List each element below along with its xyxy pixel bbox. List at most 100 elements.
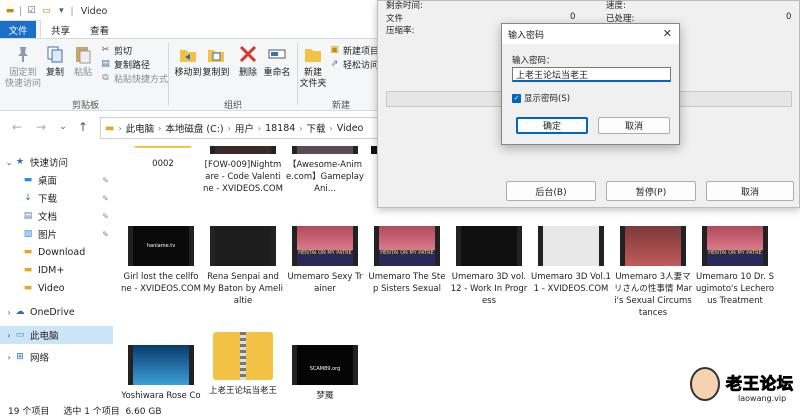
checkmark-icon: ✓ [512,93,521,103]
group-organize-label: 组织 [224,101,243,111]
star-icon: ★ [15,157,25,167]
pause-button[interactable]: 暂停(P) [606,181,696,201]
new-folder-button[interactable]: 新建 文件夹 [298,43,328,90]
new-folder-icon[interactable]: ▭ [40,5,52,17]
file-item[interactable]: Rena Senpai and My Baton by Amelialtie [203,226,283,307]
paste-button[interactable]: 粘贴 [70,43,96,79]
up-button[interactable]: ↑ [74,117,92,137]
nav-documents[interactable]: ▤ 文档 ✎ [0,207,113,225]
thumbnail-caption: HENTAI ON MY PATRE [298,250,352,256]
breadcrumb-users[interactable]: 用户 [235,121,254,135]
paste-shortcut-label: 粘贴快捷方式 [114,74,169,85]
tab-file[interactable]: 文件 [0,21,36,38]
address-bar[interactable]: ▬ › 此电脑 › 本地磁盘 (C:) › 用户 › 18184 › 下载 › … [100,117,380,139]
nav-onedrive[interactable]: › ☁ OneDrive [0,303,113,321]
copy-button[interactable]: 复制 [42,43,68,79]
recent-locations-button[interactable]: ⌄ [54,117,72,137]
file-item[interactable]: Umemaro 3D vol. 12 - Work In Progress [451,226,527,307]
dialog-title: 输入密码 [508,31,545,41]
group-new-label: 新建 [332,101,351,111]
explorer-window: ▬ | ☑ ▭ ▾ | Video 文件 主页 共享 查看 固定到 快速访问 复… [0,0,800,419]
easy-access-label: 轻松访问 [343,60,380,71]
password-input[interactable]: 上老王论坛当老王 [512,67,671,82]
new-item-icon: ▣ [330,45,339,55]
easy-access-button[interactable]: ⇗ 轻松访问 [329,58,380,71]
download-icon: ↓ [24,193,32,203]
rename-button[interactable]: 重命名 [262,43,292,79]
pin-quick-access-button[interactable]: 固定到 快速访问 [4,43,42,90]
file-item[interactable]: Umemaro 3D Vol.11 - XVIDEOS.COM [531,226,611,295]
file-item[interactable]: HENTAI ON MY PATRE Umemaro The Step Sist… [369,226,445,295]
nav-quick-access[interactable]: ⌄ ★ 快速访问 [0,153,113,171]
file-name: 梦魇 [316,391,334,401]
show-password-checkbox[interactable]: ✓ 显示密码(S) [512,92,570,104]
file-item[interactable]: 【Awesome-Anime.com】Gameplay Ani... [286,146,364,195]
tab-share[interactable]: 共享 [41,21,80,38]
cancel-button[interactable]: 取消 [598,117,670,134]
tab-view[interactable]: 查看 [80,21,119,38]
computer-icon: ▭ [15,330,25,340]
file-item[interactable]: [FOW-009]Nightmare - Code Valentine - XV… [203,146,283,195]
nav-network-label: 网络 [30,353,50,364]
video-thumbnail: SCAM89.org [292,345,358,385]
nav-network[interactable]: › ⊞ 网络 [0,348,113,366]
breadcrumb-drive-c[interactable]: 本地磁盘 (C:) [165,121,223,135]
cancel-progress-button[interactable]: 取消 [706,181,794,201]
breadcrumb-user[interactable]: 18184 [265,123,295,134]
show-password-label: 显示密码(S) [524,94,571,104]
paste-shortcut-button[interactable]: ⧉ 粘贴快捷方式 [100,72,169,85]
file-item[interactable]: SCAM89.org 梦魇 [289,345,361,401]
copy-to-button[interactable]: 复制到 [202,43,230,79]
file-item[interactable]: haniame.tv Girl lost the cellfone - XVID… [121,226,201,295]
nav-idm-label: IDM+ [38,264,65,276]
group-clipboard-label: 剪贴板 [72,101,100,111]
pin-icon: ✎ [102,211,109,221]
nav-this-pc[interactable]: › ▭ 此电脑 [0,326,113,344]
ok-button[interactable]: 确定 [516,117,588,134]
file-item[interactable]: HENTAI ON MY PATRE Umemaro 10 Dr. Sugimo… [696,226,774,307]
cut-button[interactable]: ✂ 剪切 [100,44,133,57]
delete-button[interactable]: 删除 [236,43,260,79]
thumbnail-caption: HENTAI ON MY PATRE [380,250,434,256]
file-item[interactable]: 0002 [127,146,199,170]
close-icon[interactable]: ✕ [663,27,672,40]
chevron-right-icon: › [227,123,231,133]
properties-icon[interactable]: ☑ [25,5,37,17]
nav-desktop[interactable]: ▬ 桌面 ✎ [0,171,113,189]
nav-idm[interactable]: ▬ IDM+ [0,261,113,279]
nav-downloads[interactable]: ↓ 下载 ✎ [0,189,113,207]
breadcrumb-downloads[interactable]: 下载 [307,121,326,135]
back-button[interactable]: ← [8,117,26,137]
file-item[interactable]: Yoshiwara Rose Collector [121,345,201,401]
nav-pictures[interactable]: ▧ 图片 ✎ [0,225,113,243]
quick-access-dropdown-icon[interactable]: ▾ [55,5,67,17]
copy-to-icon [205,43,227,65]
navigation-pane: ⌄ ★ 快速访问 ▬ 桌面 ✎ ↓ 下载 ✎ ▤ 文档 ✎ ▧ 图片 ✎ ▬ D… [0,146,113,401]
ribbon-divider [168,43,169,105]
video-thumbnail [620,226,686,266]
paste-shortcut-icon: ⧉ [102,73,109,83]
folder-icon: ▬ [5,6,15,16]
new-item-button[interactable]: ▣ 新建项目 [329,44,379,57]
nav-video[interactable]: ▬ Video [0,279,113,297]
forward-button[interactable]: → [32,117,50,137]
breadcrumb-video[interactable]: Video [337,123,364,134]
copy-path-icon: ▤ [101,59,110,69]
nav-download-folder[interactable]: ▬ Download [0,243,113,261]
background-button[interactable]: 后台(B) [506,181,596,201]
move-to-button[interactable]: 移动到 [174,43,202,79]
breadcrumb-this-pc[interactable]: 此电脑 [126,121,155,135]
paste-icon [72,43,94,65]
files-value: 0 [570,12,576,22]
new-folder-icon [302,43,324,65]
move-to-label: 移动到 [174,68,202,78]
video-thumbnail [128,345,194,385]
copy-path-button[interactable]: ▤ 复制路径 [100,58,150,71]
watermark-url: laowang.vip [738,394,787,403]
cut-label: 剪切 [114,46,133,57]
folder-thumbnail [134,146,192,148]
file-item[interactable]: Umemaro 3人妻マリさんの性事情 Mari's Sexual Circum… [614,226,692,319]
file-item[interactable]: 上老王论坛当老王 [207,322,279,397]
file-item[interactable]: HENTAI ON MY PATRE Umemaro Sexy Trainer [287,226,363,295]
thumbnail-caption: SCAM89.org [309,366,341,372]
